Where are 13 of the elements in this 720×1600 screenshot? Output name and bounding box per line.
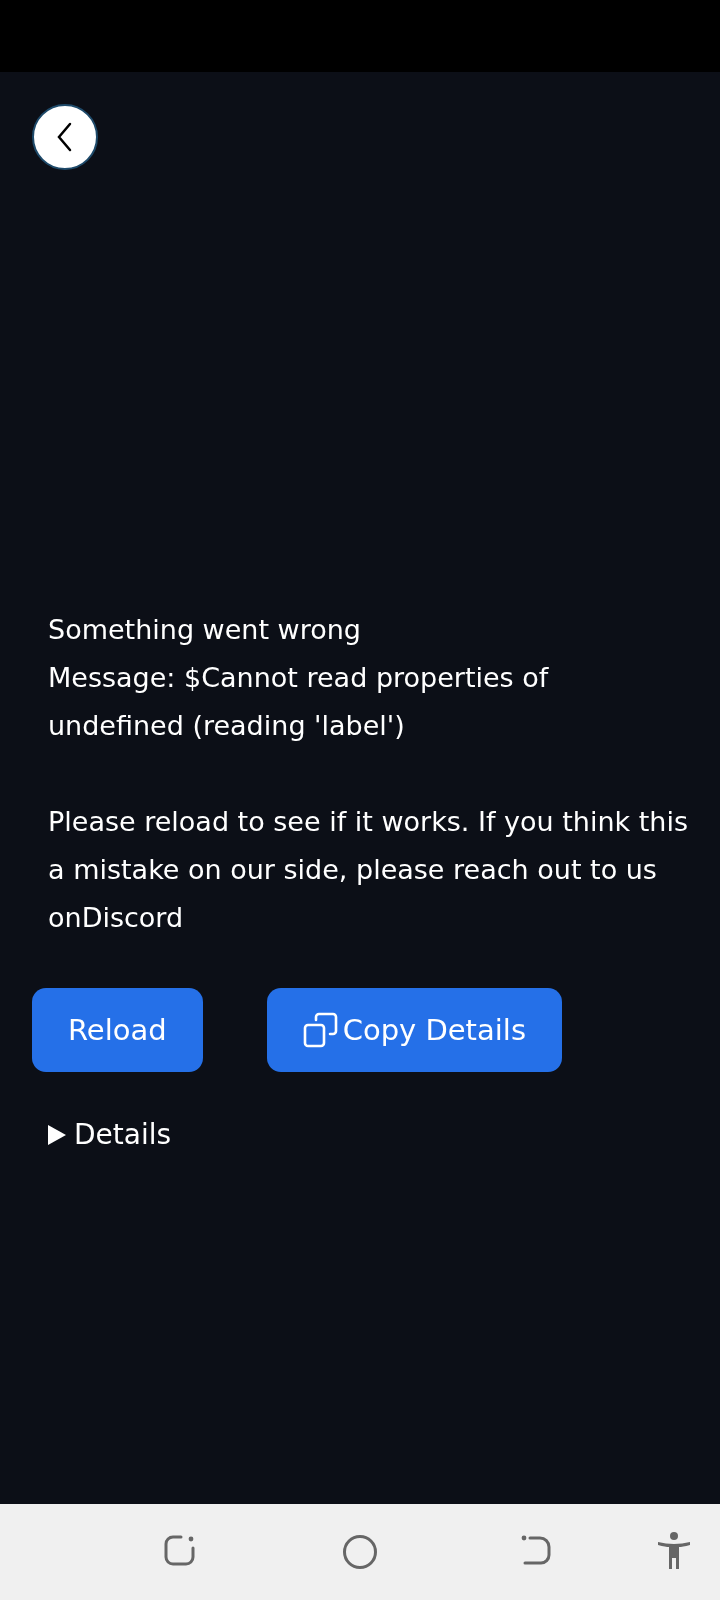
error-title: Something went wrong	[48, 613, 362, 647]
home-icon[interactable]	[342, 1534, 378, 1570]
error-message: Message: $Cannot read properties of undefined (reading 'label')	[48, 661, 550, 743]
help-text: Please reload to see if it works. If you think this a mistake on our side, please reach out to us onDiscord	[48, 805, 690, 935]
chevron-left-icon	[56, 122, 74, 152]
triangle-right-icon	[48, 1124, 66, 1145]
reload-button[interactable]: Reload	[32, 988, 203, 1072]
copy-details-button[interactable]: Copy Details	[266, 988, 562, 1072]
recents-icon[interactable]	[163, 1534, 197, 1568]
details-toggle[interactable]: Details	[48, 1118, 172, 1151]
accessibility-icon[interactable]	[657, 1532, 691, 1570]
copy-icon	[302, 1012, 339, 1048]
back-icon[interactable]	[520, 1534, 554, 1568]
